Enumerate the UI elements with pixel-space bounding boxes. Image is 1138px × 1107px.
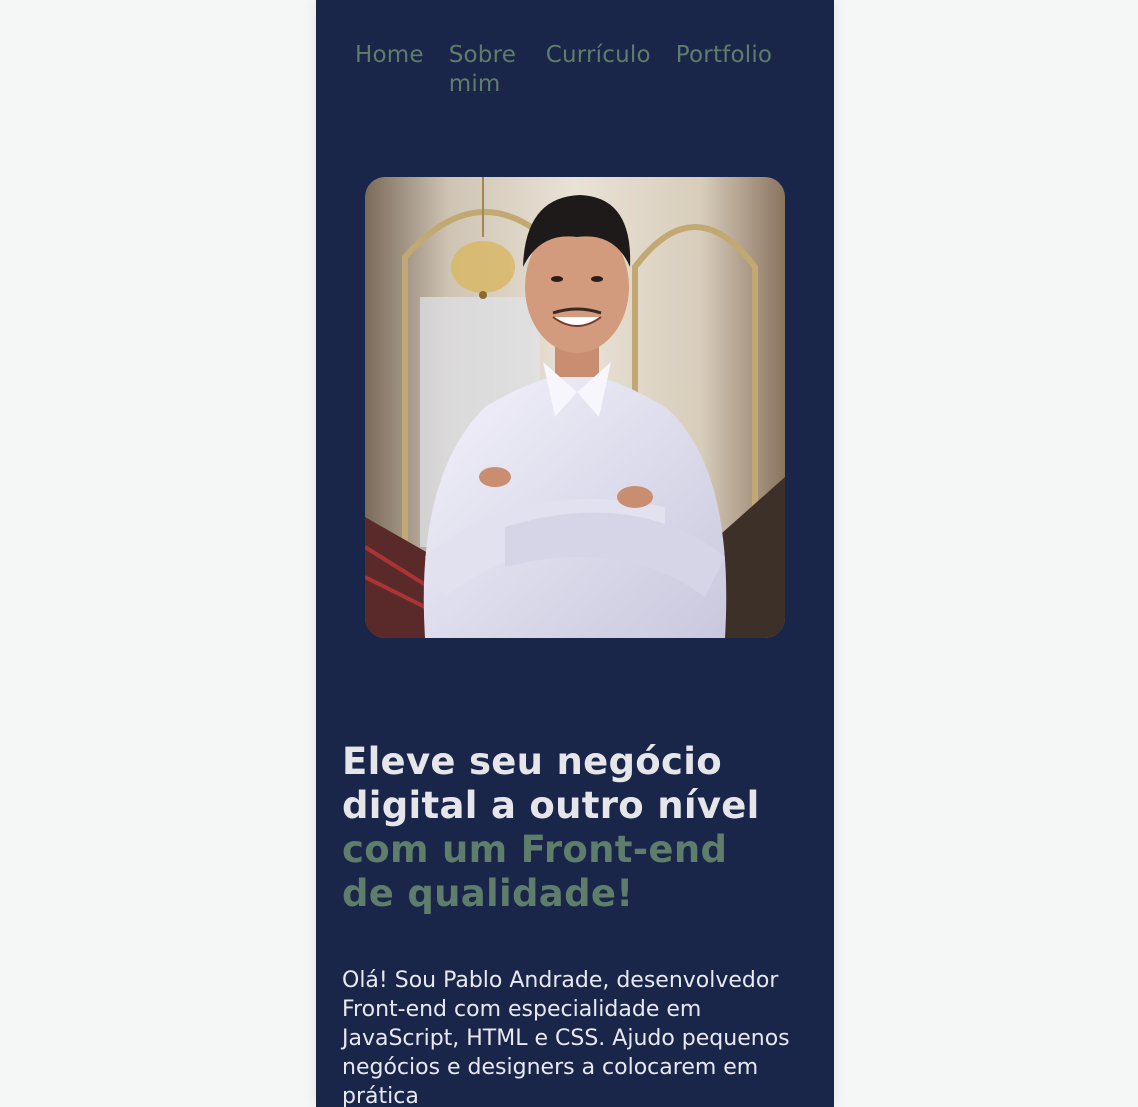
hero-headline: Eleve seu negócio digital a outro nível … [342, 740, 812, 916]
nav-home-link[interactable]: Home [355, 41, 424, 99]
main-nav: Home Sobre mim Currículo Portfolio [355, 41, 772, 99]
hero-title-accent-1: com um Front-end [342, 828, 728, 871]
nav-portfolio-link[interactable]: Portfolio [676, 41, 772, 99]
nav-resume-link[interactable]: Currículo [546, 41, 651, 99]
hero-title-line-2: digital a outro nível [342, 784, 760, 827]
profile-photo [365, 177, 785, 638]
hero-intro-text: Olá! Sou Pablo Andrade, desenvolvedor Fr… [342, 968, 790, 1107]
page-container: Home Sobre mim Currículo Portfolio Eleve… [316, 0, 834, 1107]
nav-about-link[interactable]: Sobre mim [449, 41, 521, 99]
hero-title-accent-2: de qualidade! [342, 872, 634, 915]
hero-title-line-1: Eleve seu negócio [342, 740, 722, 783]
